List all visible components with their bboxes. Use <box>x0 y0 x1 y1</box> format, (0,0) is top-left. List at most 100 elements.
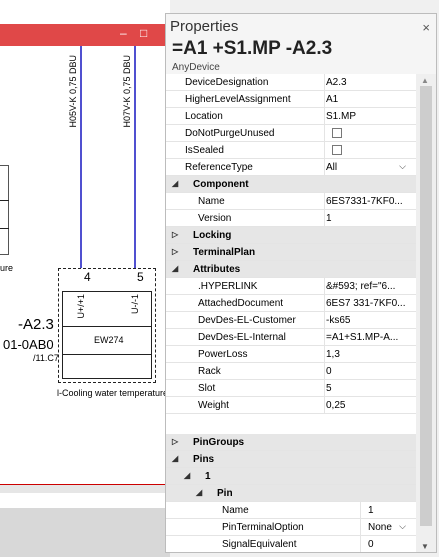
close-icon[interactable]: × <box>422 20 430 35</box>
category-pin-1[interactable]: ◢ 1 <box>166 468 416 485</box>
property-row[interactable]: ReferenceType All ⌵ <box>166 159 416 176</box>
property-name: IsSealed <box>185 145 224 156</box>
category-pins[interactable]: ◢ Pins <box>166 451 416 468</box>
property-name: Slot <box>198 383 216 394</box>
property-row[interactable]: PinTerminalOption None ⌵ <box>166 519 416 536</box>
category-label: PinGroups <box>193 437 245 448</box>
property-name: PowerLoss <box>198 349 248 360</box>
collapse-icon[interactable]: ▷ <box>172 247 178 256</box>
property-name: Name <box>222 505 249 516</box>
property-row[interactable]: Weight 0,25 <box>166 397 416 414</box>
property-row[interactable]: DevDes-EL-Customer -ks65 <box>166 312 416 329</box>
collapse-icon[interactable]: ▷ <box>172 230 178 239</box>
property-row[interactable]: Name 6ES7331-7KF0... <box>166 193 416 210</box>
property-value[interactable]: 1 <box>326 213 408 224</box>
property-grid: DeviceDesignation A2.3 HigherLevelAssign… <box>166 74 416 552</box>
wire-2[interactable] <box>134 46 136 268</box>
schematic-scrollbar[interactable] <box>0 484 170 493</box>
property-name: .HYPERLINK <box>198 281 258 292</box>
property-name: Version <box>198 213 232 224</box>
category-attributes[interactable]: ◢ Attributes <box>166 261 416 278</box>
chevron-down-icon[interactable]: ⌵ <box>399 161 406 172</box>
property-value[interactable]: A2.3 <box>326 77 408 88</box>
collapse-icon[interactable]: ▷ <box>172 437 178 446</box>
category-label: Locking <box>193 230 232 241</box>
property-row[interactable]: Rack 0 <box>166 363 416 380</box>
expand-icon[interactable]: ◢ <box>184 471 190 480</box>
expand-icon[interactable]: ◢ <box>172 454 178 463</box>
is-sealed-checkbox[interactable] <box>332 145 342 155</box>
property-row[interactable]: Version 1 <box>166 210 416 227</box>
divider <box>62 354 152 355</box>
property-value[interactable]: 6ES7 331-7KF0... <box>326 298 408 309</box>
property-value[interactable]: 0 <box>368 539 412 550</box>
property-row[interactable]: DeviceDesignation A2.3 <box>166 74 416 91</box>
property-row[interactable]: .HYPERLINK &#593; ref="6... <box>166 278 416 295</box>
wire-label-1: H05V-K 0,75 DBU <box>68 55 78 128</box>
property-row[interactable]: Name 1 <box>166 502 416 519</box>
schematic-canvas[interactable]: – □ H05V-K 0,75 DBU H07V-K 0,75 DBU ure … <box>0 0 170 557</box>
property-value[interactable]: A1 <box>326 94 408 105</box>
device-tag: -A2.3 <box>18 316 54 333</box>
property-row[interactable]: PowerLoss 1,3 <box>166 346 416 363</box>
do-not-purge-checkbox[interactable] <box>332 128 342 138</box>
property-row[interactable]: IsSealed <box>166 142 416 159</box>
property-name: DoNotPurgeUnused <box>185 128 275 139</box>
property-value[interactable]: =A1+S1.MP-A... <box>326 332 408 343</box>
property-value[interactable]: -ks65 <box>326 315 408 326</box>
category-label: 1 <box>205 471 211 482</box>
expand-icon[interactable]: ◢ <box>172 179 178 188</box>
property-name: PinTerminalOption <box>222 522 304 533</box>
pin-terminal-option-select[interactable]: None <box>368 522 398 533</box>
property-value[interactable]: 0 <box>326 366 408 377</box>
scroll-down-icon[interactable]: ▼ <box>421 542 429 551</box>
property-row[interactable]: DoNotPurgeUnused <box>166 125 416 142</box>
maximize-button[interactable]: □ <box>140 26 147 40</box>
scroll-thumb[interactable] <box>420 86 432 526</box>
wire-label-2: H07V-K 0,75 DBU <box>122 55 132 128</box>
property-name: Location <box>185 111 223 122</box>
property-name: Weight <box>198 400 229 411</box>
property-value[interactable]: 0,25 <box>326 400 408 411</box>
category-label: Pin <box>217 488 233 499</box>
property-value[interactable]: S1.MP <box>326 111 408 122</box>
property-value[interactable]: 1 <box>368 505 412 516</box>
page-reference: /11.C7 <box>33 353 59 363</box>
status-area <box>0 508 170 557</box>
scroll-up-icon[interactable]: ▲ <box>421 76 429 85</box>
category-label: Pins <box>193 454 215 465</box>
category-pin[interactable]: ◢ Pin <box>166 485 416 502</box>
property-value[interactable]: 5 <box>326 383 408 394</box>
property-value[interactable]: 6ES7331-7KF0... <box>326 196 408 207</box>
property-name: AttachedDocument <box>198 298 284 309</box>
property-value[interactable]: 1,3 <box>326 349 408 360</box>
category-label: Attributes <box>193 264 241 275</box>
pin-label-1: U+/+1 <box>76 294 86 319</box>
property-row[interactable]: DevDes-EL-Internal =A1+S1.MP-A... <box>166 329 416 346</box>
property-row[interactable]: Location S1.MP <box>166 108 416 125</box>
property-value[interactable]: &#593; ref="6... <box>326 281 408 292</box>
chevron-down-icon[interactable]: ⌵ <box>399 521 406 532</box>
divider <box>0 228 9 229</box>
category-terminalplan[interactable]: ▷ TerminalPlan <box>166 244 416 261</box>
property-name: HigherLevelAssignment <box>185 94 291 105</box>
category-locking[interactable]: ▷ Locking <box>166 227 416 244</box>
property-row[interactable]: SignalEquivalent 0 <box>166 536 416 552</box>
property-name: SignalEquivalent <box>222 539 297 550</box>
property-row[interactable]: Slot 5 <box>166 380 416 397</box>
expand-icon[interactable]: ◢ <box>196 488 202 497</box>
expand-icon[interactable]: ◢ <box>172 264 178 273</box>
category-component[interactable]: ◢ Component <box>166 176 416 193</box>
category-pingroups[interactable]: ▷ PinGroups <box>166 434 416 451</box>
property-name: Name <box>198 196 225 207</box>
reference-type-select[interactable]: All <box>326 162 408 173</box>
wire-1[interactable] <box>80 46 82 268</box>
pin-number-4: 4 <box>84 270 91 284</box>
property-name: ReferenceType <box>185 162 253 173</box>
minimize-button[interactable]: – <box>120 26 127 40</box>
property-name: Rack <box>198 366 221 377</box>
divider <box>0 200 9 201</box>
property-row[interactable]: AttachedDocument 6ES7 331-7KF0... <box>166 295 416 312</box>
divider <box>62 326 152 327</box>
property-row[interactable]: HigherLevelAssignment A1 <box>166 91 416 108</box>
